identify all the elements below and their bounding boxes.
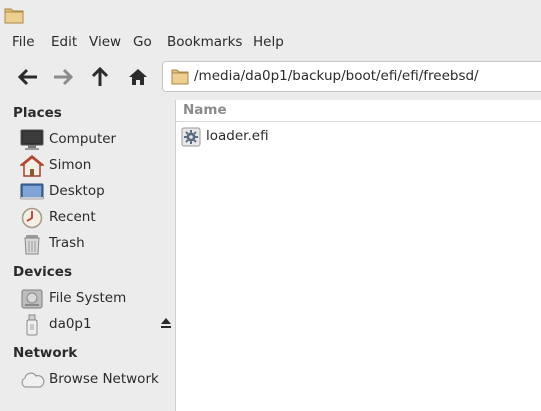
sidebar-item-label: Browse Network <box>49 371 159 387</box>
sidebar-item-label: Desktop <box>49 183 105 199</box>
menu-go[interactable]: Go <box>133 34 152 50</box>
file-name: loader.efi <box>206 128 269 144</box>
up-button[interactable] <box>86 63 114 91</box>
home-icon <box>129 69 147 85</box>
sidebar-item-computer[interactable]: Computer <box>19 128 174 152</box>
sidebar: Places Computer Simon Desktop Recent Tra… <box>0 100 176 411</box>
arrow-left-icon <box>18 68 37 86</box>
clock-icon <box>19 206 45 230</box>
menu-file[interactable]: File <box>12 34 35 50</box>
eject-icon[interactable] <box>160 317 172 329</box>
sidebar-item-label: Simon <box>49 157 92 173</box>
executable-gear-icon <box>181 127 201 147</box>
menu-bar: File Edit View Go Bookmarks Help <box>0 30 541 54</box>
menu-bookmarks[interactable]: Bookmarks <box>167 34 242 50</box>
sidebar-item-simon[interactable]: Simon <box>19 154 174 178</box>
forward-button[interactable] <box>49 63 77 91</box>
location-path[interactable]: /media/da0p1/backup/boot/efi/efi/freebsd… <box>194 68 479 84</box>
toolbar: /media/da0p1/backup/boot/efi/efi/freebsd… <box>0 54 541 100</box>
folder-icon <box>4 8 24 24</box>
list-item[interactable]: loader.efi <box>180 126 536 148</box>
sidebar-item-recent[interactable]: Recent <box>19 206 174 230</box>
sidebar-item-desktop[interactable]: Desktop <box>19 180 174 204</box>
home-folder-icon <box>19 154 45 178</box>
back-button[interactable] <box>14 63 42 91</box>
sidebar-item-label: da0p1 <box>49 316 92 332</box>
computer-icon <box>19 128 45 152</box>
sidebar-item-label: Trash <box>49 235 85 251</box>
home-button[interactable] <box>124 63 152 91</box>
column-header-label: Name <box>183 102 227 118</box>
column-header-name[interactable]: Name <box>176 100 541 122</box>
sidebar-item-label: File System <box>49 290 127 306</box>
sidebar-item-browse-network[interactable]: Browse Network <box>19 368 174 392</box>
sidebar-item-label: Computer <box>49 131 117 147</box>
arrow-up-icon <box>91 67 109 86</box>
menu-help[interactable]: Help <box>253 34 284 50</box>
hard-drive-icon <box>19 287 45 311</box>
sidebar-item-label: Recent <box>49 209 96 225</box>
devices-heading: Devices <box>13 264 72 280</box>
trash-icon <box>19 232 45 256</box>
menu-edit[interactable]: Edit <box>51 34 77 50</box>
sidebar-item-file-system[interactable]: File System <box>19 287 174 311</box>
desktop-icon <box>19 180 45 204</box>
title-bar <box>0 0 541 30</box>
location-bar[interactable]: /media/da0p1/backup/boot/efi/efi/freebsd… <box>162 61 541 92</box>
places-heading: Places <box>13 105 62 121</box>
folder-icon <box>171 69 189 85</box>
usb-drive-icon <box>19 313 45 337</box>
network-heading: Network <box>13 345 78 361</box>
sidebar-item-trash[interactable]: Trash <box>19 232 174 256</box>
cloud-network-icon <box>19 368 45 392</box>
menu-view[interactable]: View <box>89 34 121 50</box>
file-list: Name loader.efi <box>176 100 541 411</box>
arrow-right-icon <box>54 68 73 86</box>
sidebar-item-da0p1[interactable]: da0p1 <box>19 313 174 337</box>
